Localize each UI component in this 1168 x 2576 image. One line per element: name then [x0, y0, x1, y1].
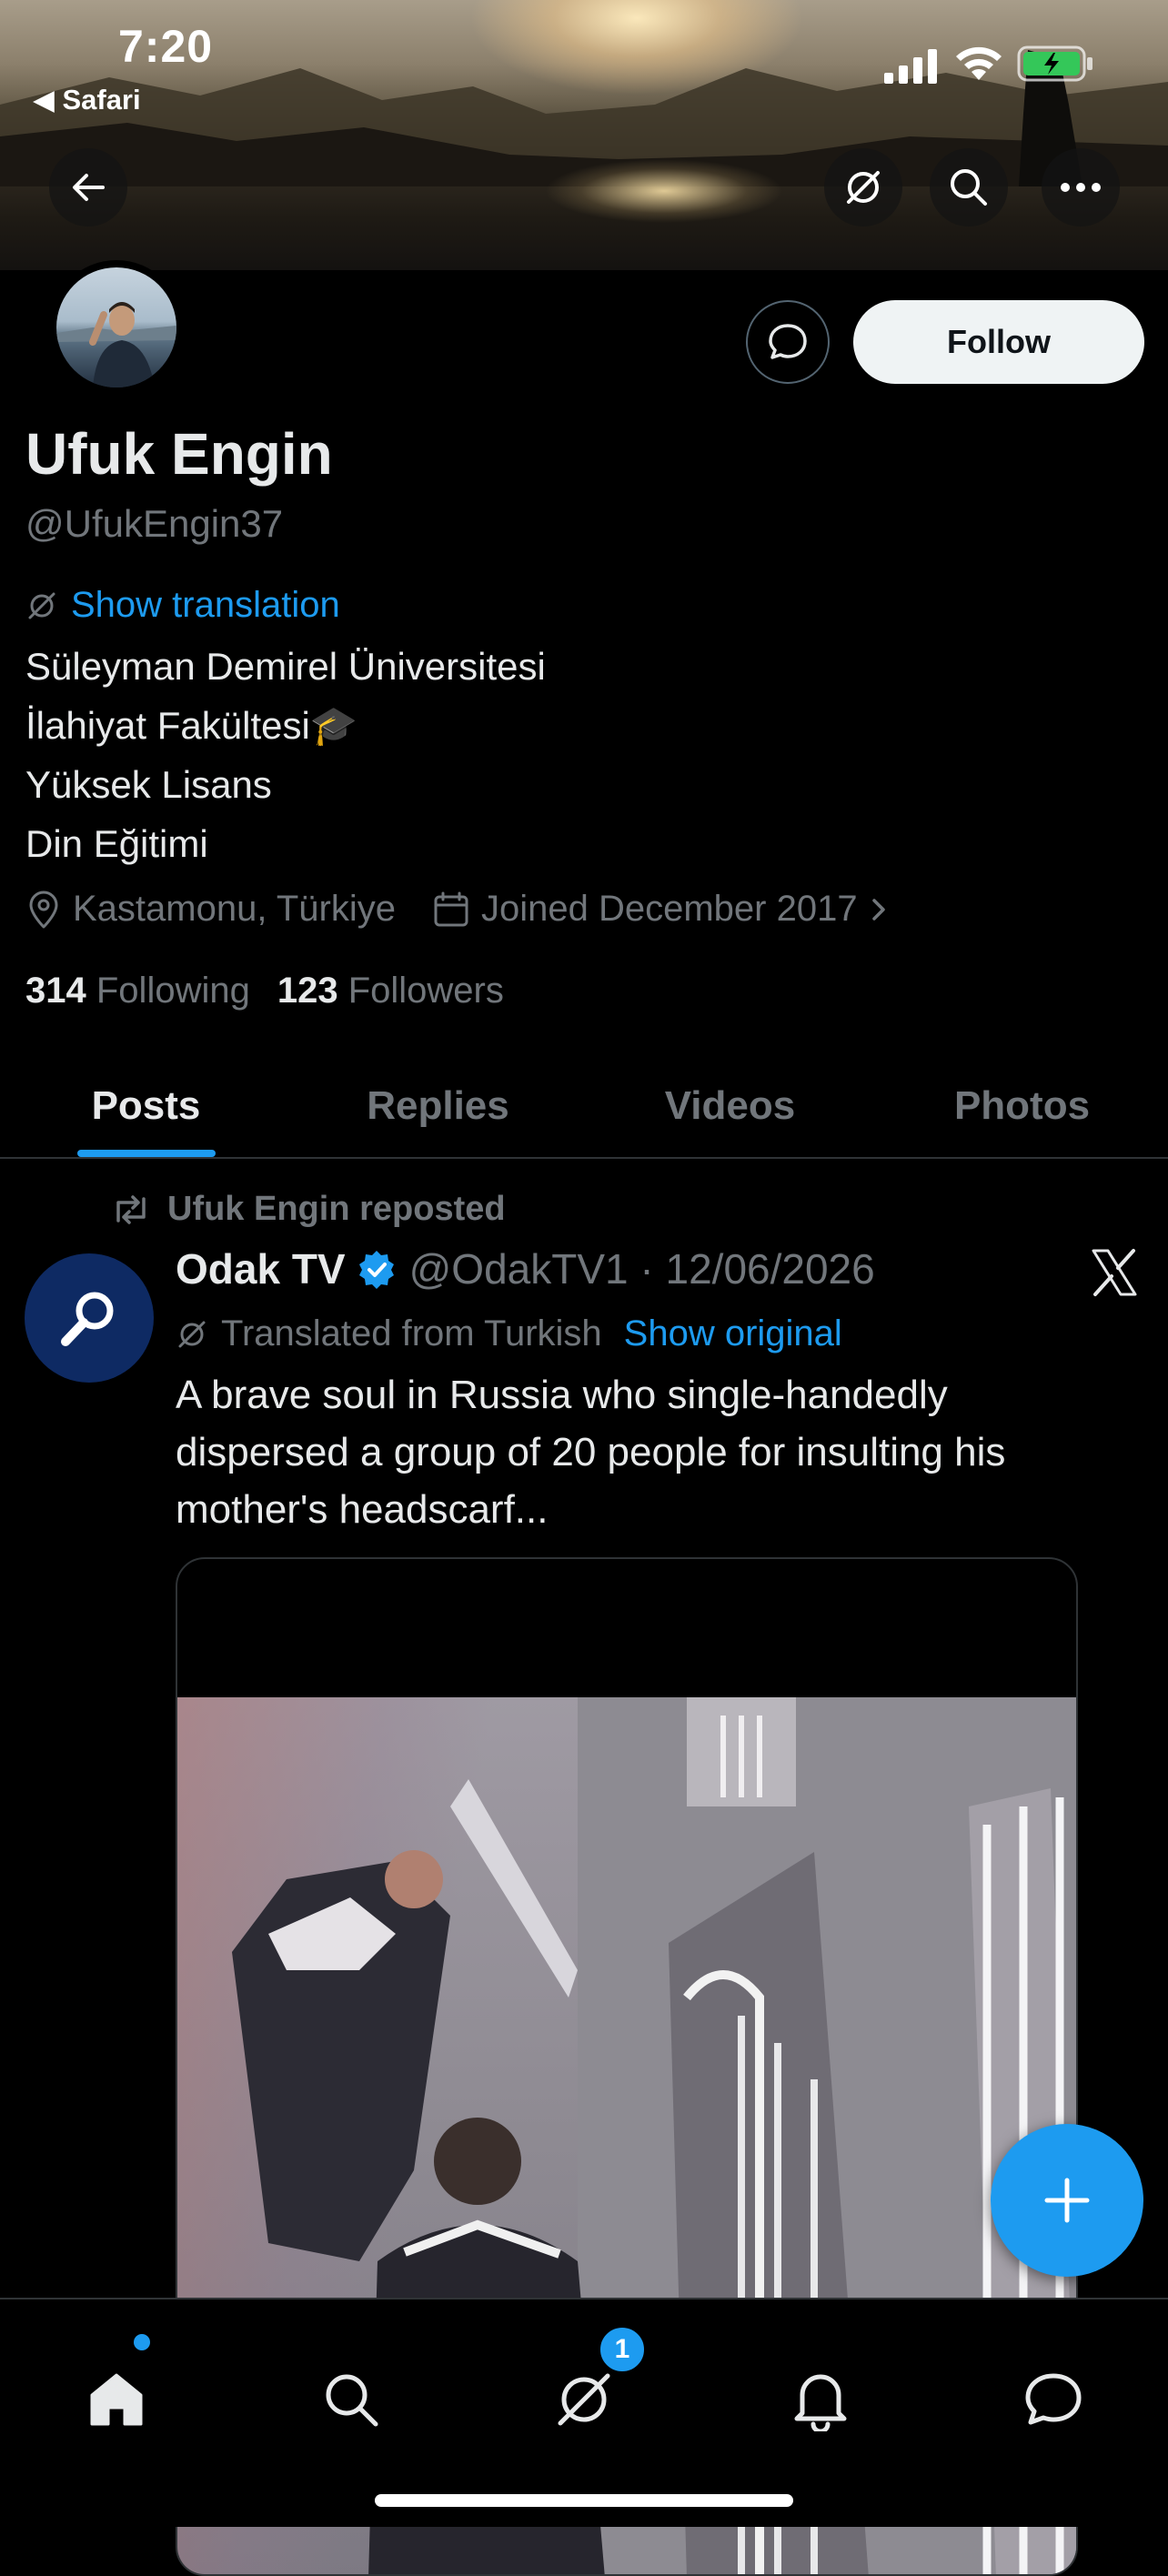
bio-line: Yüksek Lisans: [25, 763, 272, 806]
translated-from-label: Translated from Turkish: [221, 1313, 602, 1353]
location-pin-icon: [29, 891, 58, 928]
compose-post-button[interactable]: [991, 2124, 1143, 2277]
bio-line: İlahiyat Fakültesi🎓: [25, 704, 358, 747]
home-icon: [90, 2373, 143, 2426]
bio-line: Din Eğitimi: [25, 822, 208, 865]
profile-handle: @UfukEngin37: [25, 502, 284, 545]
messages-badge: 1: [598, 2325, 647, 2374]
wifi-icon: [956, 46, 1002, 80]
translation-info: Translated from Turkish Show original: [176, 1313, 842, 1354]
following-count: 314: [25, 971, 86, 1011]
follow-stats: 314 Following 123 Followers: [25, 971, 504, 1011]
followers-count: 123: [277, 971, 338, 1011]
tab-videos[interactable]: Videos: [584, 1055, 876, 1157]
translate-icon: [847, 171, 880, 204]
magnifier-logo-icon: [61, 1292, 114, 1346]
nav-grok[interactable]: [548, 2363, 620, 2436]
home-unread-dot: [134, 2334, 150, 2350]
chevron-right-icon: [871, 898, 885, 921]
followers-label: Followers: [347, 971, 504, 1011]
avatar-photo: [56, 302, 176, 387]
search-icon: [326, 2374, 378, 2427]
message-button[interactable]: [746, 300, 830, 384]
post-author-handle-date: @OdakTV1 · 12/06/2026: [408, 1245, 875, 1293]
post-text: A brave soul in Russia who single-handed…: [176, 1373, 1006, 1532]
show-translation-label[interactable]: Show translation: [71, 585, 340, 626]
profile-joined[interactable]: Joined December 2017: [432, 889, 891, 930]
translate-button[interactable]: [824, 148, 902, 226]
battery-charging-icon: [1017, 45, 1092, 82]
nav-messages[interactable]: [1017, 2363, 1090, 2436]
grok-icon: [558, 2373, 610, 2426]
show-original-link[interactable]: Show original: [624, 1313, 842, 1354]
repost-icon: [116, 1194, 146, 1224]
profile-meta: Kastamonu, Türkiye Joined December 2017: [25, 889, 927, 930]
following-label: Following: [96, 971, 250, 1011]
repost-indicator[interactable]: Ufuk Engin reposted: [111, 1190, 506, 1229]
followers-link[interactable]: 123 Followers: [277, 971, 504, 1011]
post-header: Odak TV @OdakTV1 · 12/06/2026: [176, 1244, 875, 1293]
post-author-name[interactable]: Odak TV: [176, 1244, 346, 1293]
tab-photos[interactable]: Photos: [876, 1055, 1168, 1157]
follow-button[interactable]: Follow: [853, 300, 1144, 384]
profile-tabs: Posts Replies Videos Photos: [0, 1055, 1168, 1157]
plus-icon: [1044, 2178, 1090, 2223]
translate-icon: [28, 592, 55, 619]
tabs-divider: [0, 1157, 1168, 1159]
back-arrow-icon: [73, 174, 105, 201]
tab-replies[interactable]: Replies: [292, 1055, 584, 1157]
tab-posts[interactable]: Posts: [0, 1055, 292, 1157]
message-bubble-icon: [769, 324, 807, 359]
following-link[interactable]: 314 Following: [25, 971, 250, 1011]
calendar-icon: [434, 891, 468, 926]
nav-search[interactable]: [315, 2363, 388, 2436]
joined-text: Joined December 2017: [480, 889, 858, 929]
show-translation-link[interactable]: Show translation: [25, 585, 340, 626]
profile-avatar[interactable]: [49, 260, 184, 395]
bottom-nav: 1: [0, 2298, 1168, 2527]
translate-icon: [178, 1321, 206, 1347]
nav-home[interactable]: [80, 2363, 153, 2436]
more-icon: [1061, 183, 1101, 192]
bio-line: Süleyman Demirel Üniversitesi: [25, 645, 546, 688]
more-options-button[interactable]: [1042, 148, 1120, 226]
profile-bio: Süleyman Demirel Üniversitesi İlahiyat F…: [25, 637, 546, 873]
search-icon: [951, 169, 987, 206]
location-text: Kastamonu, Türkiye: [73, 889, 396, 929]
nav-notifications[interactable]: [784, 2363, 857, 2436]
profile-name: Ufuk Engin: [25, 421, 333, 487]
home-indicator[interactable]: [375, 2494, 793, 2507]
verified-badge-icon: [358, 1251, 394, 1289]
notifications-bell-icon: [794, 2374, 847, 2431]
status-time: 7:20: [118, 21, 214, 72]
reposted-by-text: Ufuk Engin reposted: [167, 1190, 506, 1228]
post-author-avatar[interactable]: [25, 1253, 154, 1383]
messages-icon: [1025, 2373, 1082, 2425]
x-logo-icon[interactable]: [1088, 1246, 1141, 1299]
profile-location: Kastamonu, Türkiye: [25, 889, 396, 930]
back-to-safari[interactable]: ◀ Safari: [33, 84, 141, 116]
search-button[interactable]: [930, 148, 1008, 226]
cellular-signal-icon: [884, 49, 937, 84]
back-button[interactable]: [49, 148, 127, 226]
